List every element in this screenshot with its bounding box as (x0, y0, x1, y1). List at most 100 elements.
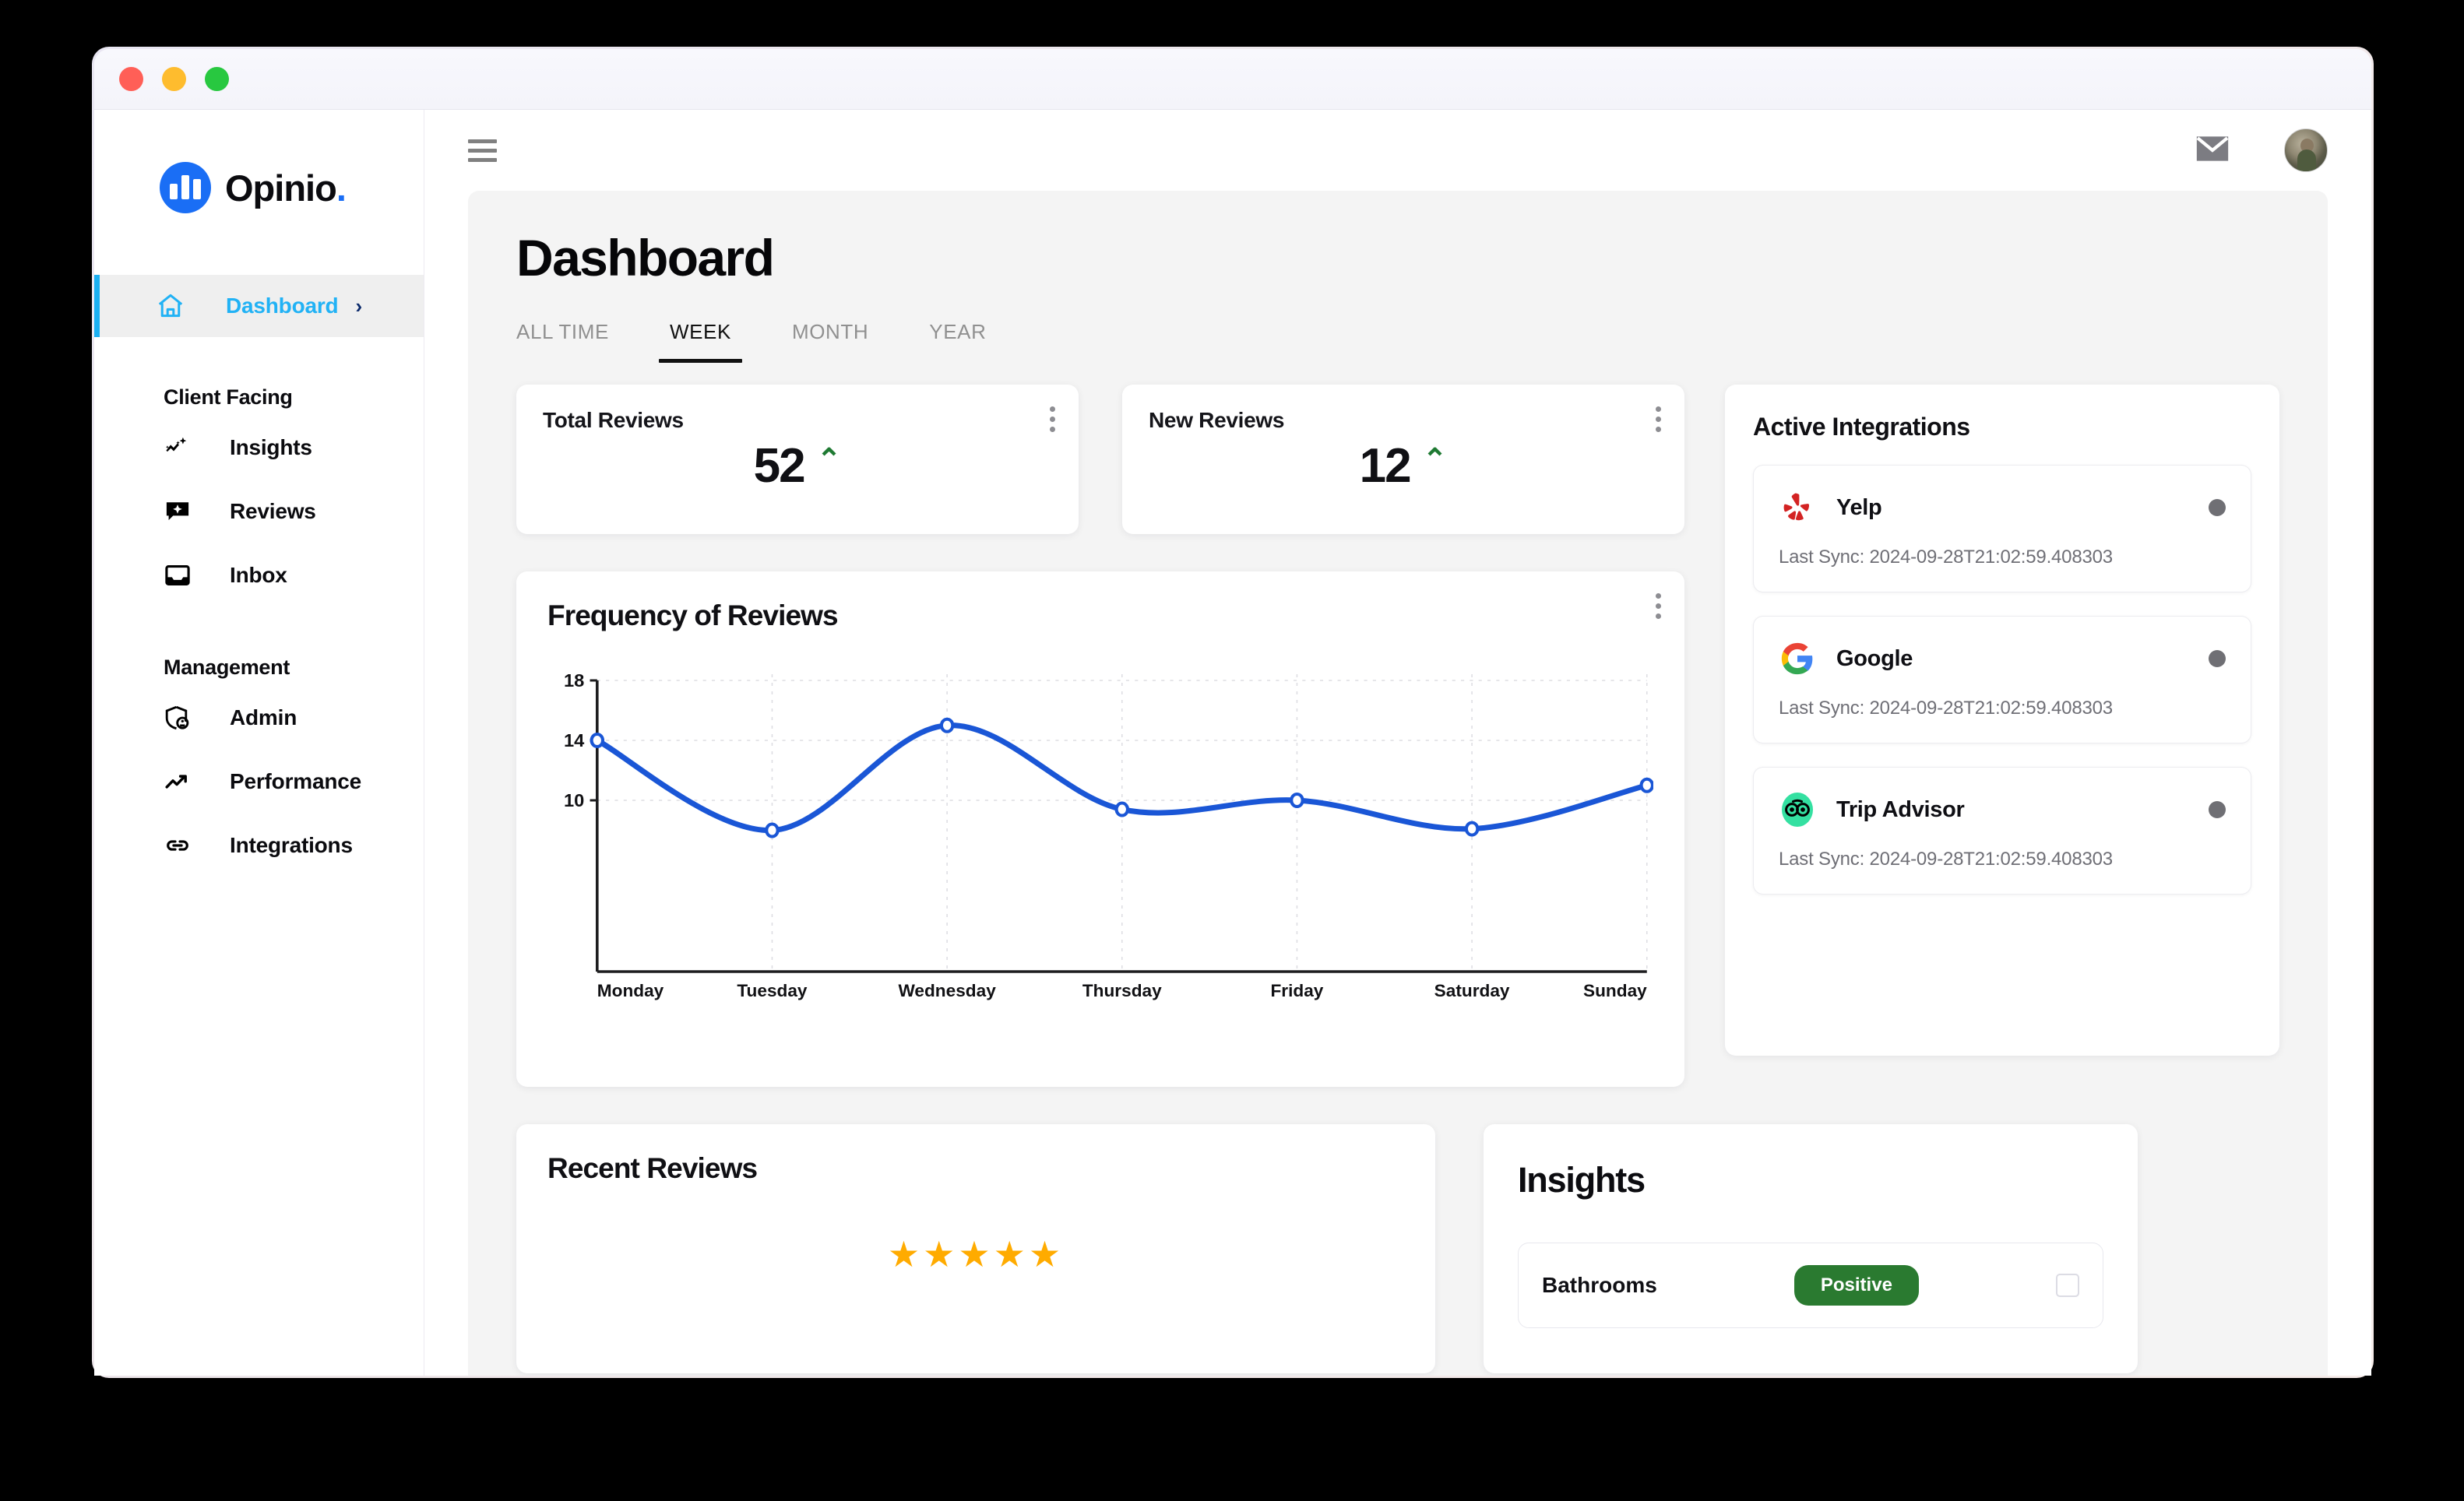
window-titlebar (94, 49, 2371, 110)
sidebar-item-integrations[interactable]: Integrations (94, 814, 424, 877)
integration-last-sync-trip-advisor: Last Sync: 2024-09-28T21:02:59.408303 (1779, 849, 2113, 870)
chart-point-wednesday[interactable] (939, 717, 955, 733)
line-chart: 10 14 18 Monday Tuesday Wednesday Thursday Fri… (547, 666, 1653, 1001)
sidebar-item-performance-label: Performance (230, 769, 361, 793)
opinio-bars-icon (160, 162, 211, 213)
avatar[interactable] (2284, 128, 2328, 172)
insight-row[interactable]: Bathrooms Positive (1518, 1243, 2103, 1328)
chart-point-friday[interactable] (1290, 793, 1304, 808)
kebab-menu-icon[interactable] (1050, 406, 1055, 432)
page-title: Dashboard (516, 229, 775, 286)
sidebar-item-admin-label: Admin (230, 705, 297, 729)
status-indicator (2209, 499, 2226, 516)
stat-card-new-reviews-title: New Reviews (1149, 408, 1285, 432)
tab-year[interactable]: YEAR (929, 320, 986, 363)
integration-item-yelp[interactable]: Yelp Last Sync: 2024-09-28T21:02:59.4083… (1753, 465, 2251, 592)
insight-label: Bathrooms (1542, 1273, 1657, 1297)
svg-text:Saturday: Saturday (1434, 981, 1510, 1000)
dashboard-row-primary: Total Reviews 52 ⌃ New Reviews 12 ⌃ Freq… (516, 385, 2279, 1087)
brand-logo[interactable]: Opinio. (94, 144, 424, 231)
insight-checkbox[interactable] (2056, 1274, 2079, 1297)
integration-header: Trip Advisor (1779, 791, 2226, 828)
trending-up-icon (164, 768, 204, 796)
sidebar-item-insights[interactable]: Insights (94, 416, 424, 480)
stat-card-new-reviews-value: 12 (1359, 439, 1412, 493)
sidebar-item-dashboard-label: Dashboard (226, 294, 339, 318)
chart-point-sunday[interactable] (1639, 777, 1653, 793)
sidebar-item-reviews-label: Reviews (230, 499, 316, 523)
svg-text:Friday: Friday (1270, 981, 1324, 1000)
stat-card-total-reviews-title: Total Reviews (543, 408, 684, 432)
maximize-window-button[interactable] (205, 67, 229, 91)
shield-user-icon (164, 704, 204, 732)
stat-card-total-reviews: Total Reviews 52 ⌃ (516, 385, 1079, 534)
svg-text:Thursday: Thursday (1082, 981, 1162, 1000)
mail-icon[interactable] (2195, 135, 2230, 167)
integration-name-trip-advisor: Trip Advisor (1836, 796, 1965, 822)
integration-last-sync-yelp: Last Sync: 2024-09-28T21:02:59.408303 (1779, 547, 2113, 568)
chart-point-saturday[interactable] (1464, 821, 1480, 837)
left-column: Total Reviews 52 ⌃ New Reviews 12 ⌃ Freq… (516, 385, 1684, 1087)
chart-point-tuesday[interactable] (765, 822, 780, 838)
sidebar-item-reviews[interactable]: Reviews (94, 480, 424, 543)
integration-header: Yelp (1779, 489, 2226, 526)
stat-card-new-reviews-value-wrap: 12 ⌃ (1149, 442, 1658, 490)
svg-text:14: 14 (564, 730, 584, 750)
svg-text:18: 18 (564, 670, 584, 691)
top-bar (424, 110, 2371, 191)
stat-card-new-reviews: New Reviews 12 ⌃ (1122, 385, 1684, 534)
chart-point-thursday[interactable] (1114, 801, 1130, 817)
chart-y-tick-labels: 10 14 18 (564, 670, 584, 810)
chevron-right-icon: › (355, 294, 363, 318)
integration-item-google[interactable]: Google Last Sync: 2024-09-28T21:02:59.40… (1753, 616, 2251, 743)
insights-title: Insights (1518, 1160, 1646, 1200)
chart-title: Frequency of Reviews (547, 599, 839, 631)
stat-card-total-reviews-value: 52 (753, 439, 806, 493)
right-column: Active Integrations Yelp Last Sync: 2024… (1725, 385, 2279, 1056)
minimize-window-button[interactable] (162, 67, 186, 91)
stat-cards-row: Total Reviews 52 ⌃ New Reviews 12 ⌃ (516, 385, 1684, 534)
content-canvas: Dashboard ALL TIME WEEK MONTH YEAR Total… (468, 191, 2328, 1376)
yelp-logo-icon (1779, 489, 1816, 526)
kebab-menu-icon[interactable] (1656, 593, 1661, 619)
sidebar-item-integrations-label: Integrations (230, 833, 353, 857)
kebab-menu-icon[interactable] (1656, 406, 1661, 432)
svg-text:10: 10 (564, 790, 584, 810)
svg-text:Sunday: Sunday (1583, 981, 1647, 1000)
recent-reviews-card: Recent Reviews ★★★★★ (516, 1124, 1435, 1373)
svg-text:Monday: Monday (597, 981, 664, 1000)
chart-svg: 10 14 18 Monday Tuesday Wednesday Thursday Fri… (564, 670, 1653, 1000)
chart-gridlines (597, 674, 1648, 972)
main-column: Dashboard ALL TIME WEEK MONTH YEAR Total… (424, 110, 2371, 1376)
insight-sentiment-badge: Positive (1793, 1265, 1919, 1306)
sidebar: Opinio. Dashboard › Client Facing Insigh… (94, 110, 424, 1376)
brand-dot: . (336, 167, 347, 209)
close-window-button[interactable] (119, 67, 143, 91)
sidebar-item-admin[interactable]: Admin (94, 686, 424, 750)
comment-sparkle-icon (164, 497, 204, 526)
sidebar-item-performance[interactable]: Performance (94, 750, 424, 814)
integration-name-yelp: Yelp (1836, 494, 1882, 520)
insights-card: Insights Bathrooms Positive (1484, 1124, 2138, 1373)
integration-last-sync-google: Last Sync: 2024-09-28T21:02:59.408303 (1779, 698, 2113, 719)
sidebar-item-insights-label: Insights (230, 435, 312, 459)
tab-all-time[interactable]: ALL TIME (516, 320, 609, 363)
sidebar-group-title-client-facing: Client Facing (164, 385, 293, 409)
browser-window: Opinio. Dashboard › Client Facing Insigh… (92, 47, 2374, 1378)
chart-point-monday[interactable] (590, 733, 605, 748)
active-integrations-card: Active Integrations Yelp Last Sync: 2024… (1725, 385, 2279, 1056)
sidebar-item-dashboard[interactable]: Dashboard › (94, 275, 424, 337)
app-body: Opinio. Dashboard › Client Facing Insigh… (94, 110, 2371, 1376)
status-indicator (2209, 801, 2226, 818)
tab-month[interactable]: MONTH (792, 320, 868, 363)
trend-up-icon: ⌃ (816, 444, 842, 476)
inbox-icon (164, 561, 204, 589)
tab-week[interactable]: WEEK (658, 320, 742, 363)
link-icon (164, 831, 204, 859)
stat-card-total-reviews-value-wrap: 52 ⌃ (543, 442, 1052, 490)
google-logo-icon (1779, 640, 1816, 677)
sidebar-item-inbox[interactable]: Inbox (94, 543, 424, 607)
star-rating: ★★★★★ (887, 1234, 1065, 1274)
integration-item-trip-advisor[interactable]: Trip Advisor Last Sync: 2024-09-28T21:02… (1753, 767, 2251, 895)
hamburger-icon[interactable] (468, 139, 497, 162)
